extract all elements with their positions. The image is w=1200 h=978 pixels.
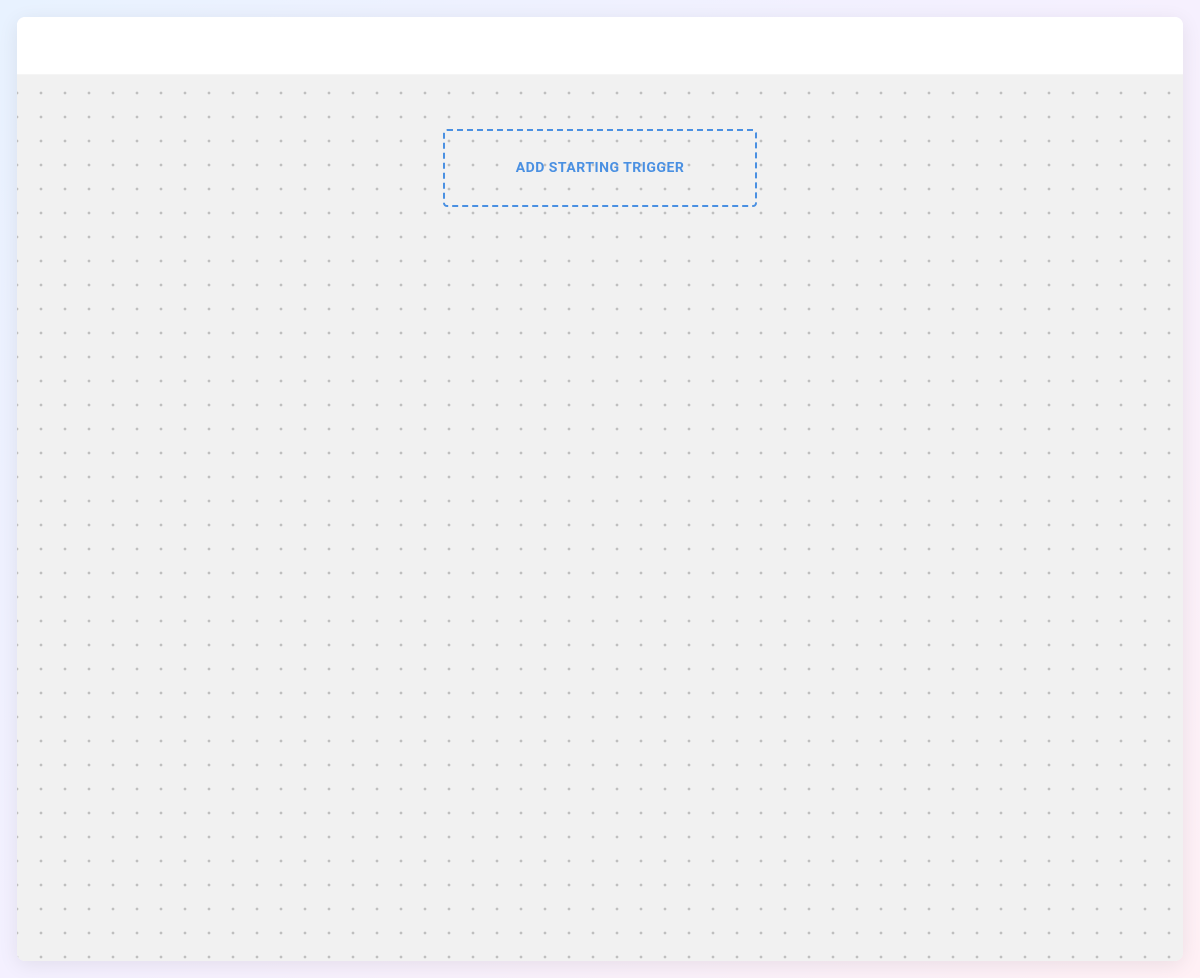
- add-starting-trigger-button[interactable]: ADD STARTING TRIGGER: [443, 129, 757, 207]
- trigger-button-label: ADD STARTING TRIGGER: [516, 160, 685, 176]
- panel-header: [17, 17, 1183, 75]
- workflow-panel: ADD STARTING TRIGGER: [17, 17, 1183, 961]
- workflow-canvas[interactable]: ADD STARTING TRIGGER: [17, 75, 1183, 961]
